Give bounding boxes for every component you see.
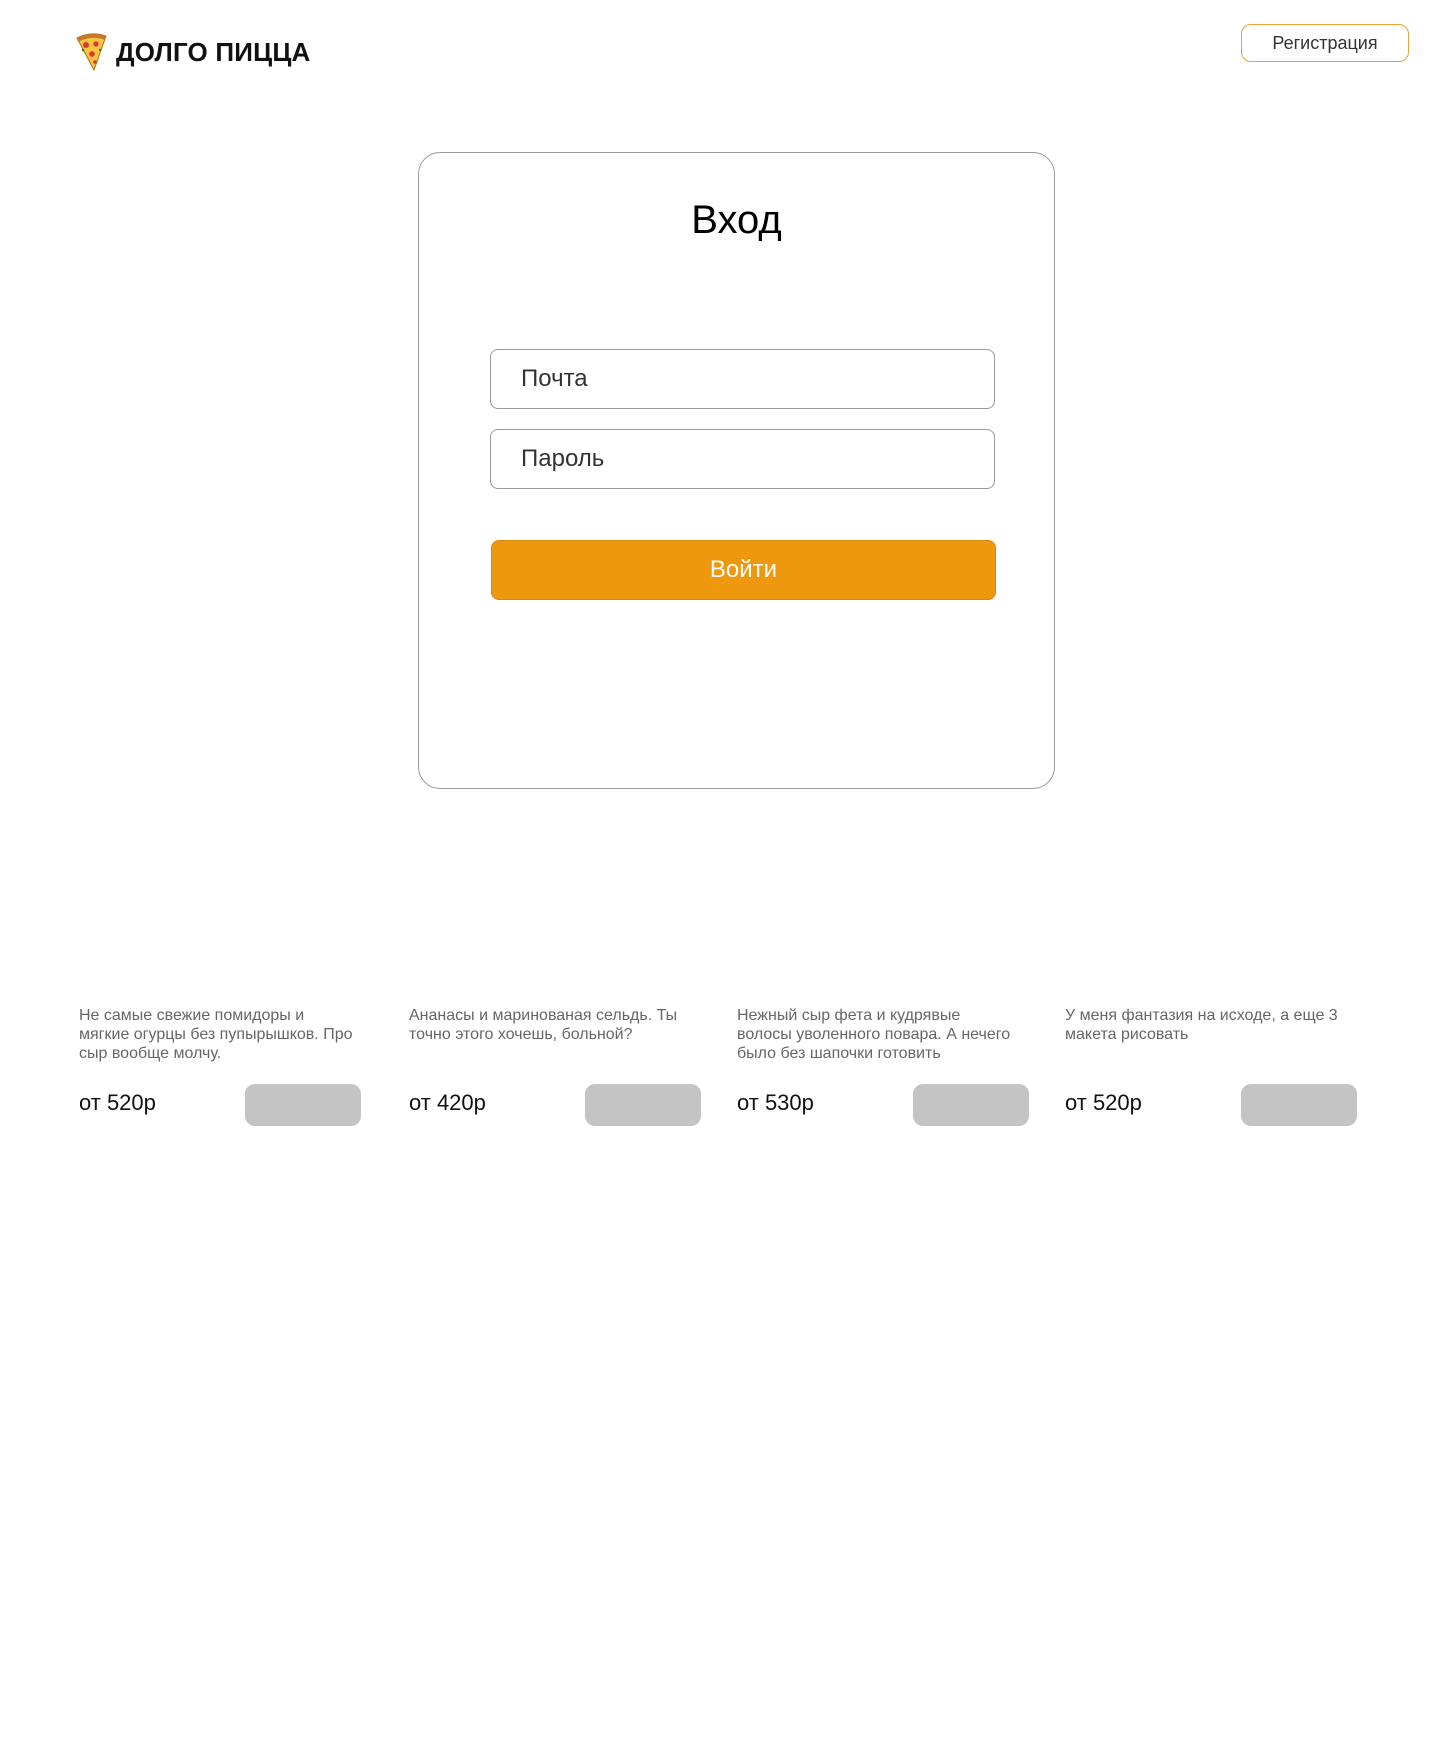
product-description: Нежный сыр фета и кудрявые волосы уволен… xyxy=(737,1007,1011,1062)
product-add-button[interactable] xyxy=(913,1084,1029,1126)
product-add-button[interactable] xyxy=(585,1084,701,1126)
email-field[interactable]: Почта xyxy=(490,349,995,409)
password-placeholder: Пароль xyxy=(521,445,605,472)
logo[interactable]: ДОЛГО ПИЦЦА xyxy=(74,32,311,72)
product-card: Не самые свежие помидоры и мягкие огурцы… xyxy=(79,1006,379,1126)
product-price: от 520р xyxy=(79,1090,156,1115)
pizza-slice-icon xyxy=(76,33,107,72)
product-price: от 520р xyxy=(1065,1090,1142,1115)
password-field[interactable]: Пароль xyxy=(490,429,995,489)
product-description: Ананасы и маринованая сельдь. Ты точно э… xyxy=(409,1007,678,1043)
logo-text: ДОЛГО ПИЦЦА xyxy=(116,36,311,67)
email-placeholder: Почта xyxy=(521,365,588,392)
login-submit-button[interactable]: Войти xyxy=(491,540,996,600)
login-title: Вход xyxy=(691,198,782,242)
product-card: Ананасы и маринованая сельдь. Ты точно э… xyxy=(409,1006,709,1126)
product-card: Нежный сыр фета и кудрявые волосы уволен… xyxy=(737,1006,1037,1126)
product-description: Не самые свежие помидоры и мягкие огурцы… xyxy=(79,1007,353,1062)
login-card: Вход Почта Пароль Войти xyxy=(418,152,1055,789)
product-description: У меня фантазия на исходе, а еще 3 макет… xyxy=(1065,1007,1338,1043)
product-card: У меня фантазия на исходе, а еще 3 макет… xyxy=(1065,1006,1365,1126)
product-add-button[interactable] xyxy=(1241,1084,1357,1126)
product-price: от 420р xyxy=(409,1090,486,1115)
register-button[interactable]: Регистрация xyxy=(1241,24,1409,62)
product-add-button[interactable] xyxy=(245,1084,361,1126)
product-price: от 530р xyxy=(737,1090,814,1115)
